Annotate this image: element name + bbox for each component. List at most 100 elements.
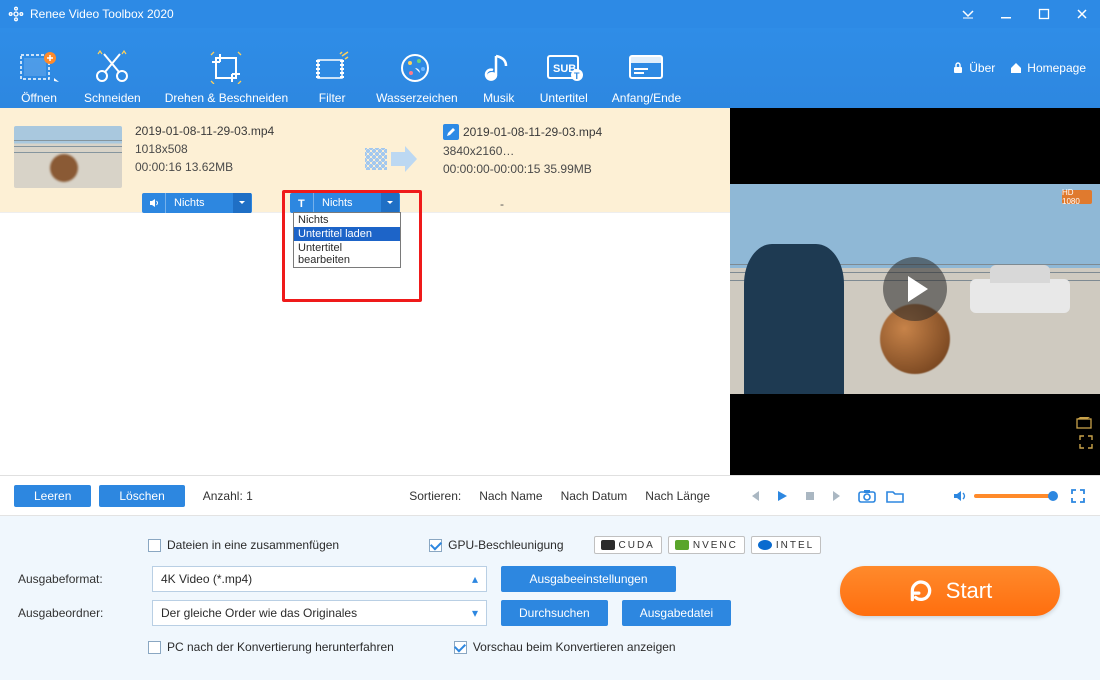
- about-label: Über: [969, 61, 995, 75]
- subtitle-value: Nichts: [314, 197, 381, 209]
- cut-button[interactable]: Schneiden: [84, 31, 141, 105]
- preview-convert-checkbox[interactable]: Vorschau beim Konvertieren anzeigen: [454, 640, 676, 654]
- output-folder-label: Ausgabeordner:: [18, 606, 138, 620]
- close-button[interactable]: [1072, 4, 1092, 24]
- video-thumbnail: [14, 126, 122, 188]
- play-button[interactable]: [772, 486, 792, 506]
- destination-filename: 2019-01-08-11-29-03.mp4: [463, 125, 602, 139]
- hd-badge: HD 1080: [1062, 190, 1092, 204]
- arrow-icon: [343, 124, 443, 176]
- output-format-select[interactable]: 4K Video (*.mp4) ▴: [152, 566, 487, 592]
- open-button[interactable]: Öffnen: [18, 31, 60, 105]
- cuda-badge: CUDA: [594, 536, 662, 554]
- shutdown-label: PC nach der Konvertierung herunterfahren: [167, 640, 394, 654]
- source-duration-size: 00:00:16 13.62MB: [135, 160, 343, 174]
- rotate-crop-button[interactable]: Drehen & Beschneiden: [165, 31, 288, 105]
- music-label: Musik: [483, 91, 514, 105]
- volume-icon[interactable]: [952, 489, 968, 503]
- subtitle-option-load[interactable]: Untertitel laden: [294, 227, 400, 241]
- edit-icon[interactable]: [443, 124, 459, 140]
- speaker-icon: [142, 193, 166, 213]
- refresh-icon: [908, 578, 934, 604]
- control-strip: Leeren Löschen Anzahl: 1 Sortieren: Nach…: [0, 475, 1100, 515]
- music-button[interactable]: Musik: [482, 31, 516, 105]
- next-track-button[interactable]: [828, 486, 848, 506]
- subtitle-option-none[interactable]: Nichts: [294, 213, 400, 227]
- delete-button[interactable]: Löschen: [99, 485, 184, 507]
- open-folder-button[interactable]: [886, 489, 904, 503]
- output-folder-select[interactable]: Der gleiche Order wie das Originales ▾: [152, 600, 487, 626]
- output-folder-value: Der gleiche Order wie das Originales: [161, 606, 357, 620]
- start-end-button[interactable]: Anfang/Ende: [612, 31, 681, 105]
- dropdown-caret-icon[interactable]: [958, 4, 978, 24]
- subtitle-option-edit[interactable]: Untertitel bearbeiten: [294, 241, 400, 267]
- preview-frame: HD 1080: [730, 184, 1100, 394]
- sort-by-name[interactable]: Nach Name: [479, 489, 542, 503]
- subtitle-button[interactable]: SUBT Untertitel: [540, 31, 588, 105]
- start-button[interactable]: Start: [840, 566, 1060, 616]
- gpu-checkbox[interactable]: GPU-Beschleunigung: [429, 538, 563, 552]
- prev-track-button[interactable]: [744, 486, 764, 506]
- chevron-down-icon: ▾: [472, 606, 478, 620]
- preview-play-button[interactable]: [883, 257, 947, 321]
- output-file-button[interactable]: Ausgabedatei: [622, 600, 731, 626]
- chevron-down-icon: [381, 193, 399, 213]
- open-label: Öffnen: [21, 91, 57, 105]
- chevron-down-icon: [233, 193, 251, 213]
- start-end-label: Anfang/Ende: [612, 91, 681, 105]
- subtitle-dropdown[interactable]: T Nichts: [290, 193, 400, 213]
- merge-checkbox[interactable]: Dateien in eine zusammenfügen: [148, 538, 339, 552]
- output-settings-button[interactable]: Ausgabeeinstellungen: [501, 566, 676, 592]
- watermark-label: Wasserzeichen: [376, 91, 458, 105]
- homepage-link[interactable]: Homepage: [1009, 61, 1086, 75]
- merge-label: Dateien in eine zusammenfügen: [167, 538, 339, 552]
- svg-text:T: T: [298, 198, 305, 209]
- palette-icon: [397, 47, 437, 87]
- sort-by-date[interactable]: Nach Datum: [561, 489, 628, 503]
- main-toolbar: Öffnen Schneiden Drehen & Beschneiden Fi…: [0, 28, 1100, 108]
- shutdown-checkbox[interactable]: PC nach der Konvertierung herunterfahren: [148, 640, 394, 654]
- about-link[interactable]: Über: [951, 61, 995, 75]
- expand-icon[interactable]: [1078, 434, 1094, 450]
- titlebar: Renee Video Toolbox 2020: [0, 0, 1100, 28]
- clip-icon[interactable]: [1076, 416, 1094, 430]
- subtitle-label: Untertitel: [540, 91, 588, 105]
- rotate-crop-label: Drehen & Beschneiden: [165, 91, 288, 105]
- fullscreen-button[interactable]: [1070, 488, 1086, 504]
- source-info: 2019-01-08-11-29-03.mp4 1018x508 00:00:1…: [135, 124, 343, 174]
- homepage-label: Homepage: [1027, 61, 1086, 75]
- audio-dropdown[interactable]: Nichts: [142, 193, 252, 213]
- count-label: Anzahl: 1: [203, 489, 253, 503]
- filter-button[interactable]: Filter: [312, 31, 352, 105]
- count-value: 1: [246, 489, 253, 503]
- output-format-value: 4K Video (*.mp4): [161, 572, 252, 586]
- app-logo-icon: [8, 6, 24, 22]
- svg-text:T: T: [574, 71, 580, 81]
- chevron-up-icon: ▴: [472, 572, 478, 586]
- destination-resolution: 3840x2160…: [443, 144, 703, 158]
- preview-convert-label: Vorschau beim Konvertieren anzeigen: [473, 640, 676, 654]
- destination-duration-size: 00:00:00-00:00:15 35.99MB: [443, 162, 703, 176]
- sort-label: Sortieren:: [409, 489, 461, 503]
- start-label: Start: [946, 578, 992, 604]
- crop-rotate-icon: [206, 47, 246, 87]
- sort-by-length[interactable]: Nach Länge: [645, 489, 710, 503]
- stop-button[interactable]: [800, 486, 820, 506]
- gpu-label: GPU-Beschleunigung: [448, 538, 563, 552]
- file-list-pane: 2019-01-08-11-29-03.mp4 1018x508 00:00:1…: [0, 108, 730, 475]
- minimize-button[interactable]: [996, 4, 1016, 24]
- music-note-icon: [482, 47, 516, 87]
- browse-button[interactable]: Durchsuchen: [501, 600, 608, 626]
- filmstrip-magic-icon: [312, 47, 352, 87]
- volume-slider[interactable]: [974, 494, 1054, 498]
- snapshot-button[interactable]: [858, 488, 876, 504]
- watermark-button[interactable]: Wasserzeichen: [376, 31, 458, 105]
- output-format-label: Ausgabeformat:: [18, 572, 138, 586]
- home-icon: [1009, 61, 1023, 75]
- lock-icon: [951, 61, 965, 75]
- maximize-button[interactable]: [1034, 4, 1054, 24]
- subtitle-dropdown-menu[interactable]: Nichts Untertitel laden Untertitel bearb…: [293, 212, 401, 268]
- intel-badge: INTEL: [751, 536, 821, 554]
- audio-value: Nichts: [166, 197, 233, 209]
- clear-button[interactable]: Leeren: [14, 485, 91, 507]
